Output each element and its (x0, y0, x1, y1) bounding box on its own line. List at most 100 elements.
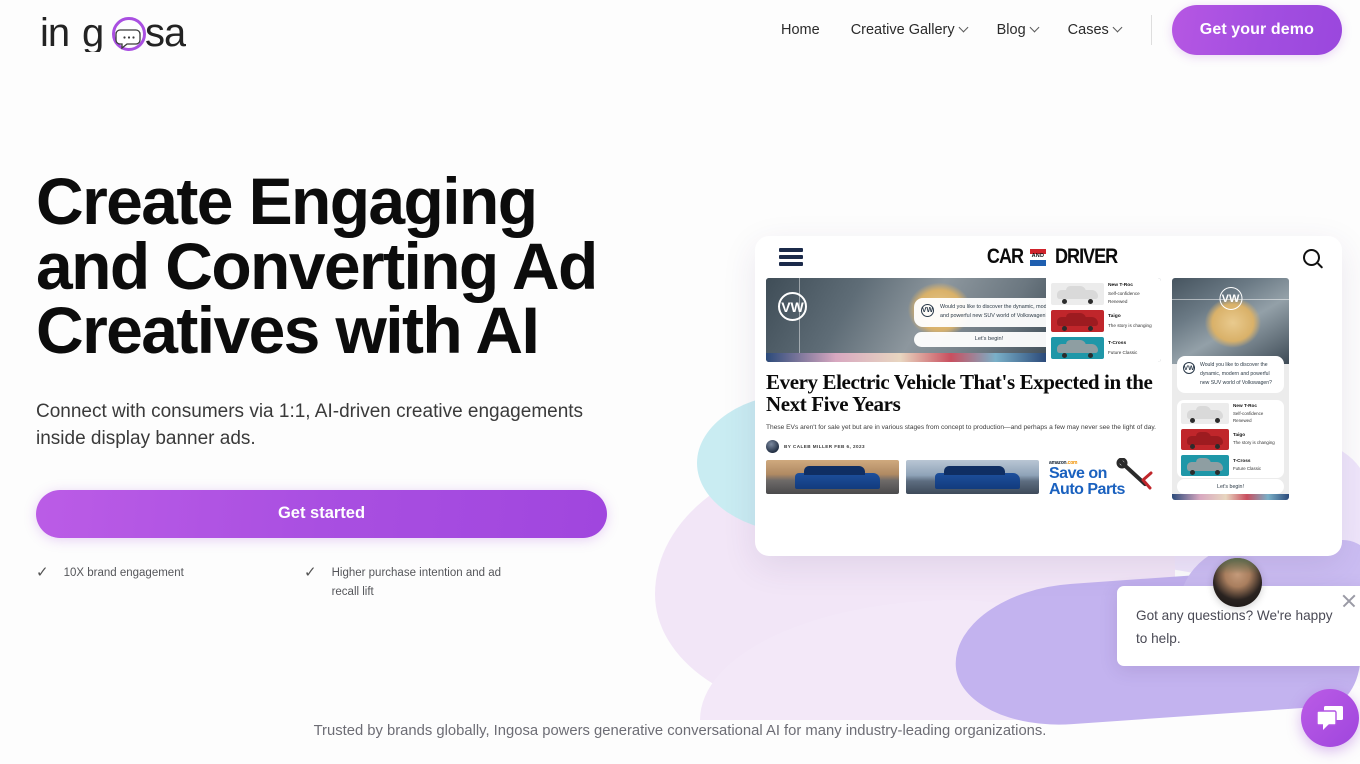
feature-item: ✓ 10X brand engagement (36, 564, 304, 601)
chat-launcher-button[interactable] (1301, 689, 1359, 747)
car-thumbnail (1181, 454, 1229, 476)
hero-copy: Create Engaging and Converting Ad Creati… (0, 59, 640, 601)
phone-car-card[interactable]: Taigo The story is changing (1177, 426, 1284, 452)
chat-greeting-text: Got any questions? We're happy to help. (1136, 608, 1333, 647)
author-avatar (766, 440, 779, 454)
car-name: Taigo (1233, 432, 1246, 438)
car-thumbnail (1051, 310, 1104, 333)
svg-text:g: g (82, 11, 103, 52)
article-photo-row (766, 460, 1039, 495)
vw-logo-icon: VW (1183, 362, 1195, 374)
phone-begin-button[interactable]: Let's begin! (1177, 479, 1284, 494)
car-tagline: Self-confidence Renewed (1233, 410, 1264, 423)
brand-logo[interactable]: in g sa (40, 8, 186, 52)
ad-car-card[interactable]: New T-Roc Self-confidence Renewed (1048, 280, 1159, 307)
article-photo (906, 460, 1039, 495)
chat-icon (1316, 706, 1343, 730)
vw-logo-icon: VW (921, 304, 934, 317)
car-thumbnail (1051, 282, 1104, 305)
car-thumbnail (1051, 337, 1104, 360)
nav-label: Cases (1067, 21, 1109, 38)
car-card-text: T-Cross Future Classic (1233, 457, 1261, 472)
article-deck: These EVs aren't for sale yet but are in… (766, 423, 1157, 431)
page-title: Create Engaging and Converting Ad Creati… (36, 164, 598, 368)
svg-text:in: in (40, 11, 69, 52)
chevron-down-icon (1029, 22, 1040, 33)
ad-chat-bubble: VW Would you like to discover the dynami… (914, 298, 1046, 327)
nav-label: Blog (996, 21, 1026, 38)
feature-label: 10X brand engagement (63, 566, 184, 579)
wrench-icon (1116, 458, 1153, 490)
car-tagline: Self-confidence Renewed (1108, 291, 1140, 304)
phone-chat-message: Would you like to discover the dynamic, … (1200, 362, 1272, 387)
nav-item-blog[interactable]: Blog (996, 21, 1040, 38)
ad-begin-button[interactable]: Let's begin! (914, 331, 1046, 347)
ad-hero-photo: VW VW Would you like to discover the dyn… (766, 278, 1046, 362)
phone-car-card[interactable]: New T-Roc Self-confidence Renewed (1177, 400, 1284, 426)
sponsor-ad[interactable]: amazon.com Save on Auto Parts (1049, 458, 1161, 498)
mockup-body: VW VW Would you like to discover the dyn… (755, 278, 1342, 500)
nav-divider (1150, 14, 1152, 45)
car-name: Taigo (1108, 314, 1121, 320)
article-photo (766, 460, 899, 495)
mockup-site-header: CAR AND DRIVER (755, 236, 1342, 278)
main-navigation: Home Creative Gallery Blog Cases Get you… (781, 0, 1360, 59)
hero-mockup-card: CAR AND DRIVER VW VW Would you like to d… (755, 236, 1342, 556)
logo-part-2: DRIVER (1054, 245, 1118, 268)
phone-car-card[interactable]: T-Cross Future Classic (1177, 452, 1284, 478)
phone-chat-bubble: VW Would you like to discover the dynami… (1177, 356, 1284, 394)
nav-item-home[interactable]: Home (781, 22, 820, 38)
phone-hero-photo: VW (1172, 278, 1289, 364)
car-name: T-Cross (1108, 341, 1127, 347)
vw-logo-icon: VW (1219, 287, 1242, 310)
car-name: New T-Roc (1108, 283, 1133, 288)
car-tagline: The story is changing (1108, 322, 1152, 328)
get-started-button[interactable]: Get started (36, 489, 607, 538)
hero-subtitle: Connect with consumers via 1:1, AI-drive… (36, 401, 584, 449)
ad-car-card[interactable]: Taigo The story is changing (1048, 308, 1159, 334)
display-ad-banner[interactable]: VW VW Would you like to discover the dyn… (766, 278, 1161, 362)
car-card-text: New T-Roc Self-confidence Renewed (1233, 402, 1280, 424)
car-card-text: New T-Roc Self-confidence Renewed (1108, 282, 1156, 305)
car-and-driver-logo: CAR AND DRIVER (984, 245, 1122, 269)
ad-car-card-list: New T-Roc Self-confidence Renewed Taigo … (1046, 278, 1161, 362)
logo-badge: AND (1029, 248, 1046, 266)
close-icon[interactable] (1341, 593, 1357, 609)
nav-item-cases[interactable]: Cases (1067, 21, 1123, 38)
car-tagline: The story is changing (1233, 440, 1275, 446)
ad-chat-message: Would you like to discover the dynamic, … (940, 304, 1046, 320)
trusted-by-text: Trusted by brands globally, Ingosa power… (313, 723, 1047, 739)
search-icon[interactable] (1303, 248, 1320, 266)
ad-car-card[interactable]: T-Cross Future Classic (1048, 335, 1159, 361)
car-tagline: Future Classic (1108, 349, 1138, 355)
get-your-demo-button[interactable]: Get your demo (1171, 4, 1342, 55)
car-name: New T-Roc (1233, 402, 1257, 408)
car-card-text: T-Cross Future Classic (1108, 340, 1137, 356)
avatar (1213, 558, 1262, 607)
car-name: T-Cross (1233, 458, 1251, 464)
nav-item-creative-gallery[interactable]: Creative Gallery (850, 21, 969, 38)
hamburger-icon[interactable] (779, 248, 803, 266)
car-thumbnail (1181, 428, 1229, 450)
car-card-text: Taigo The story is changing (1233, 431, 1275, 446)
feature-label: Higher purchase intention and ad recall … (331, 566, 502, 598)
blob-lilac-lower (700, 600, 1130, 720)
car-thumbnail (1181, 402, 1229, 424)
check-icon: ✓ (304, 563, 317, 581)
check-icon: ✓ (36, 563, 49, 581)
mobile-ad-mockup: VW VW Would you like to discover the dyn… (1172, 278, 1289, 500)
phone-car-card-list: New T-Roc Self-confidence Renewed Taigo … (1177, 400, 1284, 478)
site-header: in g sa Home Creative Gallery Blog Cases (0, 0, 1360, 59)
mockup-article-column: VW VW Would you like to discover the dyn… (766, 278, 1161, 500)
vw-logo-icon: VW (778, 292, 807, 321)
car-card-text: Taigo The story is changing (1108, 313, 1152, 329)
hero-feature-list: ✓ 10X brand engagement ✓ Higher purchase… (36, 564, 640, 601)
nav-label: Home (781, 21, 820, 38)
byline-text: BY CALEB MILLER FEB 6, 2023 (784, 444, 865, 450)
logo-part-1: CAR (986, 245, 1024, 268)
ad-chat-area: VW Would you like to discover the dynami… (914, 298, 1046, 347)
feature-item: ✓ Higher purchase intention and ad recal… (304, 564, 532, 601)
article-byline: BY CALEB MILLER FEB 6, 2023 (766, 440, 1161, 454)
nav-label: Creative Gallery (850, 21, 955, 38)
article-headline: Every Electric Vehicle That's Expected i… (766, 370, 1153, 417)
